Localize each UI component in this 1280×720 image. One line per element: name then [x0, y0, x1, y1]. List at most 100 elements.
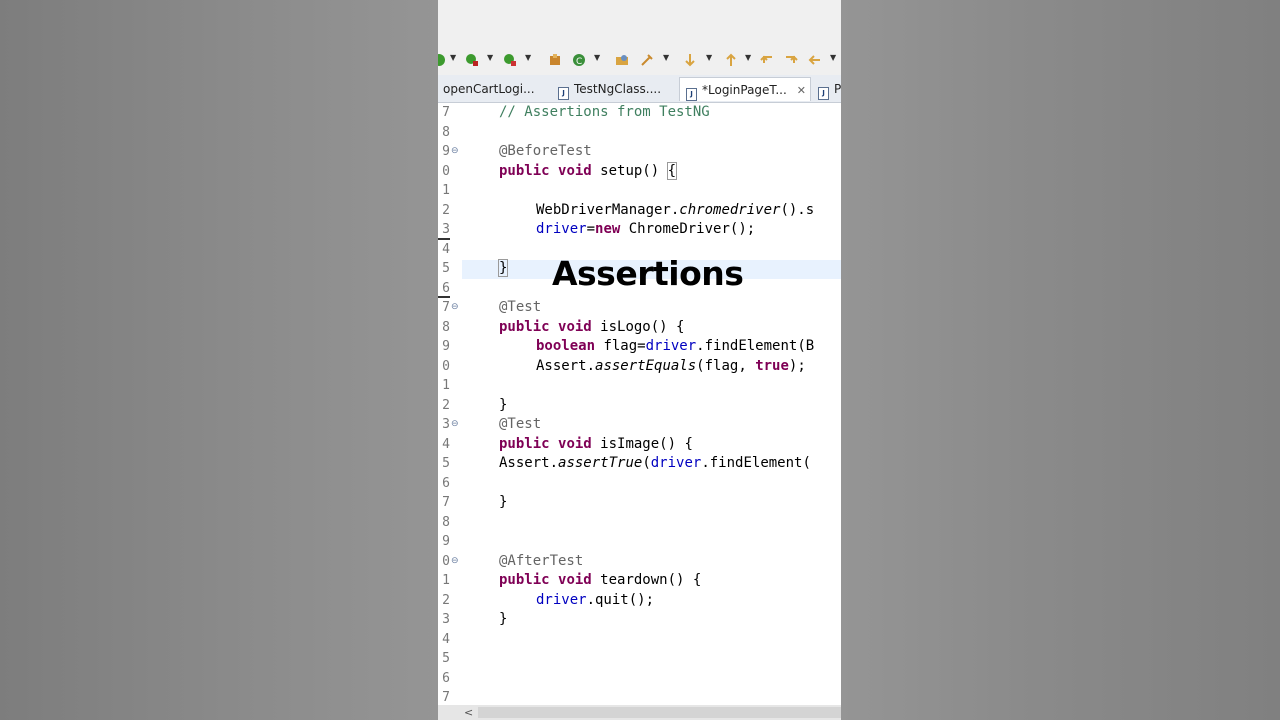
- code-line: 8: [438, 123, 841, 143]
- next-annotation-dropdown-icon[interactable]: ▼: [706, 53, 712, 62]
- horizontal-scrollbar[interactable]: <: [438, 705, 841, 720]
- fold-toggle-icon[interactable]: ⊖: [451, 298, 459, 318]
- toolbar: ▼ ▼ ▼ C ▼ ▼ ▼ ▼ ▼: [438, 45, 841, 75]
- code-editor[interactable]: 7 // Assertions from TestNG 8 9 ⊖ @Befor…: [438, 103, 841, 705]
- code-line: 4 public void isImage() {: [438, 435, 841, 455]
- search-dropdown-icon[interactable]: ▼: [663, 53, 669, 62]
- fold-toggle-icon[interactable]: ⊖: [451, 415, 459, 435]
- code-line: 3 }: [438, 610, 841, 630]
- code-line: 6: [438, 669, 841, 689]
- fold-toggle-icon[interactable]: ⊖: [451, 552, 459, 572]
- tab-label: *LoginPageT...: [702, 83, 787, 97]
- method-signature: public void isImage() {: [499, 435, 693, 452]
- editor-tab-bar: openCartLogi... J TestNgClass.... J *Login…: [438, 75, 841, 103]
- statement: }: [499, 396, 508, 413]
- code-line: 5 Assert.assertTrue(driver.findElement(: [438, 454, 841, 474]
- video-blur-right: [841, 0, 1280, 720]
- fold-toggle-icon[interactable]: ⊖: [451, 142, 459, 162]
- code-line: 4: [438, 630, 841, 650]
- line-number: 7: [442, 105, 450, 120]
- line-number: 6: [442, 670, 450, 686]
- scrollbar-track[interactable]: [478, 707, 841, 718]
- coverage-icon[interactable]: [503, 53, 517, 67]
- tab-label: TestNgClass....: [574, 82, 662, 96]
- annotation: @Test: [499, 416, 542, 432]
- code-line: 9: [438, 532, 841, 552]
- line-number: 7: [442, 300, 450, 315]
- method-signature: public void setup() {: [499, 161, 678, 180]
- code-line: 3 ⊖ @Test: [438, 415, 841, 435]
- method-signature: public void isLogo() {: [499, 318, 685, 335]
- new-class-dropdown-icon[interactable]: ▼: [594, 53, 600, 62]
- annotation: @BeforeTest: [499, 143, 592, 159]
- tab-opencart-login[interactable]: openCartLogi...: [443, 77, 551, 101]
- code-line: 2 driver.quit();: [438, 591, 841, 611]
- code-line: 3 driver=new ChromeDriver();: [438, 220, 841, 240]
- last-edit-icon[interactable]: [760, 53, 774, 67]
- scroll-left-icon[interactable]: <: [464, 705, 473, 720]
- statement: }: [497, 259, 509, 277]
- code-line: 0 public void setup() {: [438, 161, 841, 182]
- line-number: 4: [442, 241, 450, 257]
- code-line: 1: [438, 181, 841, 201]
- new-class-icon[interactable]: C: [572, 53, 586, 67]
- line-number: 2: [442, 592, 450, 608]
- code-line: 0 Assert.assertEquals(flag, true);: [438, 357, 841, 377]
- line-number: 8: [442, 319, 450, 335]
- debug-icon[interactable]: [465, 53, 479, 67]
- tab-testng-class[interactable]: J TestNgClass....: [558, 77, 670, 101]
- tab-label: P: [834, 82, 841, 96]
- annotation: @Test: [499, 299, 542, 315]
- statement: Assert.assertTrue(driver.findElement(: [499, 455, 811, 471]
- line-number: 7: [442, 495, 450, 510]
- new-package-icon[interactable]: [548, 53, 562, 67]
- statement: boolean flag=driver.findElement(B: [536, 338, 815, 354]
- line-number: 6: [442, 280, 450, 296]
- line-number: 5: [442, 261, 450, 276]
- line-number: 0: [442, 358, 450, 374]
- code-line: 1 public void teardown() {: [438, 571, 841, 591]
- line-number: 3: [442, 222, 450, 237]
- debug-dropdown-icon[interactable]: ▼: [487, 53, 493, 62]
- line-number: 9: [442, 144, 450, 159]
- code-line: 9 boolean flag=driver.findElement(B: [438, 337, 841, 357]
- line-number: 8: [442, 514, 450, 530]
- statement: driver.quit();: [536, 591, 655, 608]
- open-type-icon[interactable]: [615, 53, 629, 67]
- prev-annotation-icon[interactable]: [724, 53, 738, 67]
- svg-text:C: C: [576, 57, 582, 67]
- line-number: 3: [442, 417, 450, 432]
- code-line: 7 }: [438, 493, 841, 513]
- code-line: 7 ⊖ @Test: [438, 298, 841, 318]
- back-icon[interactable]: [808, 53, 822, 67]
- code-line: 7 // Assertions from TestNG: [438, 103, 841, 123]
- line-number: 4: [442, 631, 450, 647]
- line-number: 9: [442, 534, 450, 549]
- line-number: 8: [442, 124, 450, 140]
- tab-overflow[interactable]: JP: [818, 77, 841, 101]
- code-line: 6: [438, 474, 841, 494]
- tab-login-page-test[interactable]: J *LoginPageT... ✕: [679, 77, 811, 101]
- close-icon[interactable]: ✕: [797, 79, 806, 101]
- line-number: 1: [442, 183, 450, 198]
- java-file-icon: J: [558, 87, 569, 100]
- video-caption: Assertions: [552, 254, 744, 293]
- line-number: 4: [442, 436, 450, 452]
- prev-annotation-dropdown-icon[interactable]: ▼: [745, 53, 751, 62]
- run-dropdown-icon[interactable]: ▼: [450, 53, 456, 62]
- window-title-area: [438, 0, 841, 45]
- coverage-dropdown-icon[interactable]: ▼: [525, 53, 531, 62]
- statement: }: [499, 611, 508, 627]
- search-icon[interactable]: [640, 53, 654, 67]
- code-line: 2 }: [438, 396, 841, 416]
- tab-label: openCartLogi...: [443, 82, 535, 96]
- java-file-icon: J: [818, 87, 829, 100]
- line-number: 5: [442, 651, 450, 666]
- back-dropdown-icon[interactable]: ▼: [830, 53, 836, 62]
- line-number: 0: [442, 553, 450, 569]
- comment: // Assertions from TestNG: [499, 104, 710, 120]
- run-icon[interactable]: [438, 53, 446, 67]
- forward-edit-icon[interactable]: [784, 53, 798, 67]
- annotation: @AfterTest: [499, 552, 584, 569]
- next-annotation-icon[interactable]: [683, 53, 697, 67]
